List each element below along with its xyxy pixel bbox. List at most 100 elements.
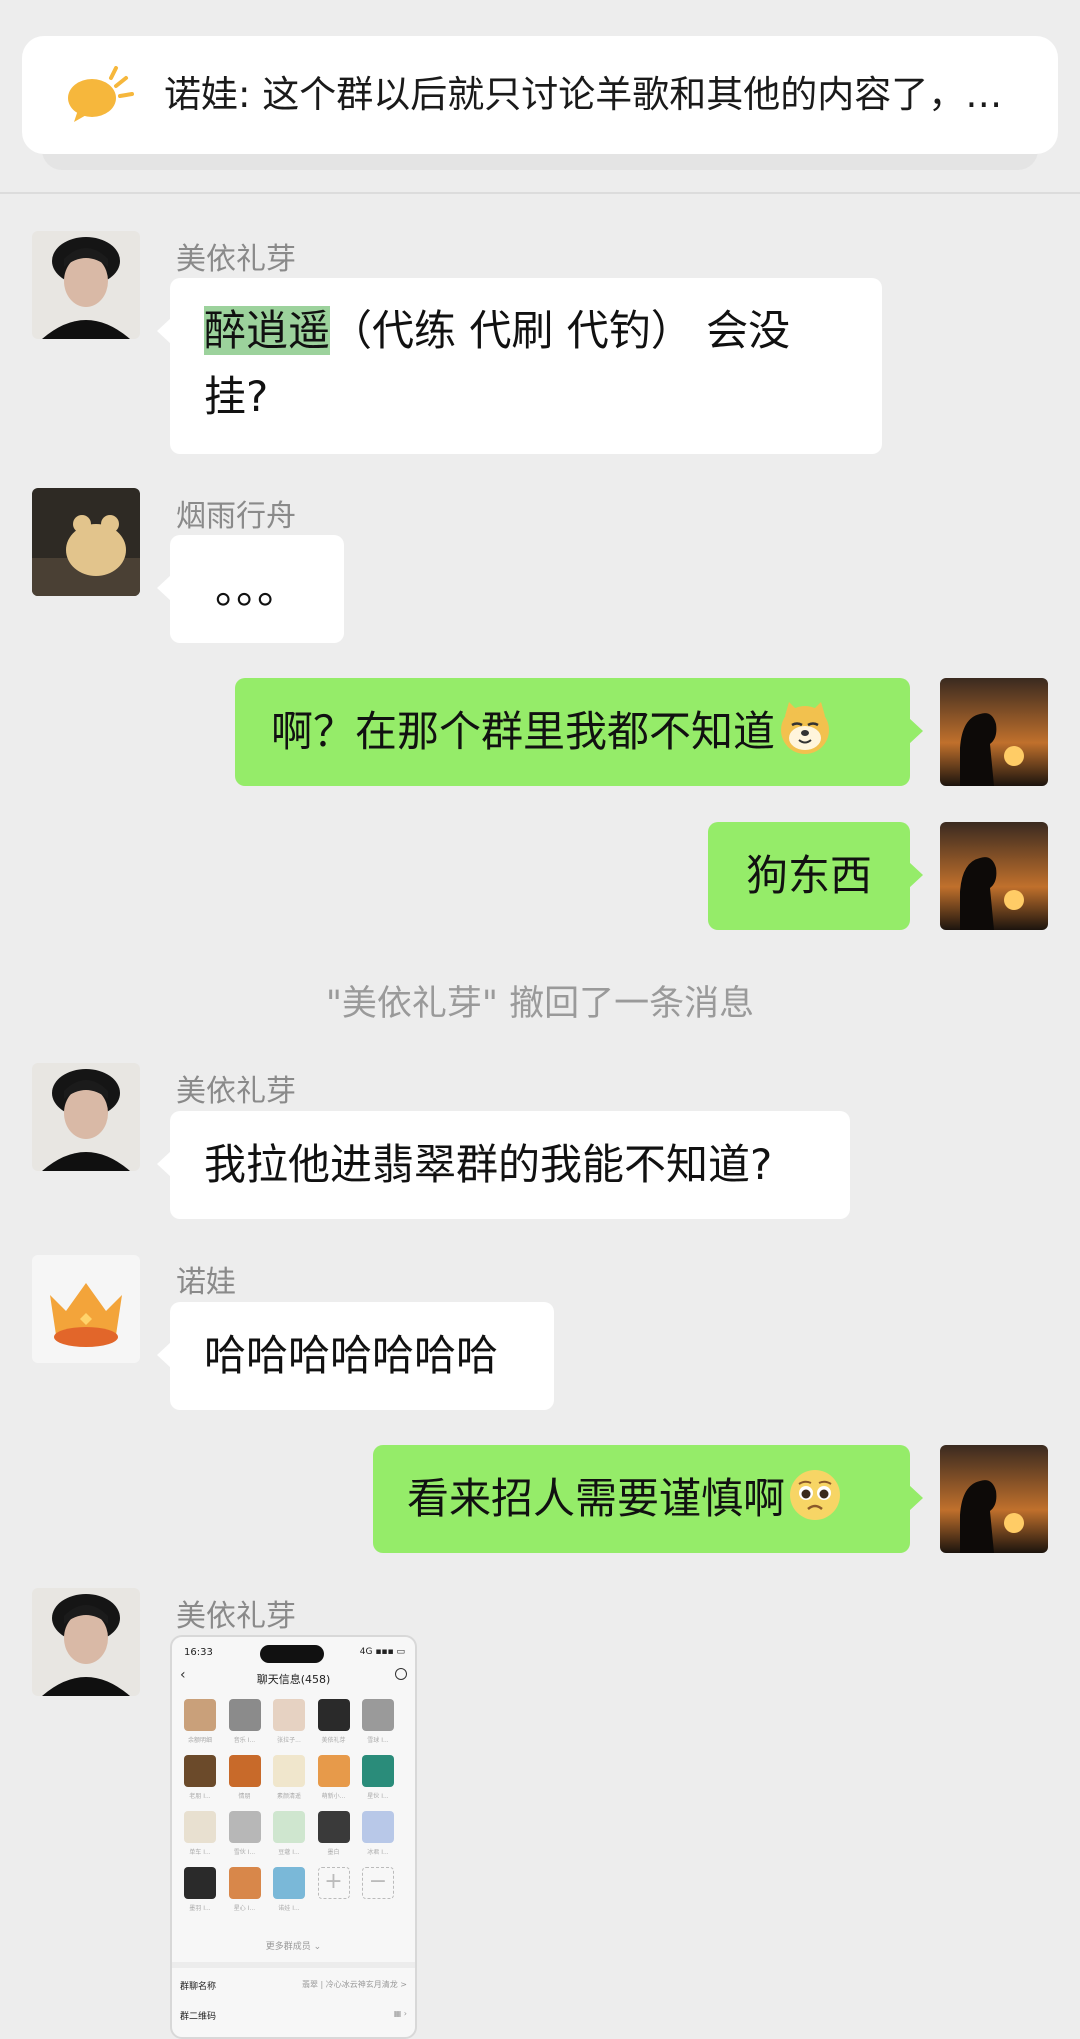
pleading-face-emoji	[790, 1470, 841, 1520]
member-avatar-image	[273, 1867, 305, 1899]
sender-name: 诺娃	[176, 1265, 236, 1300]
member-avatar: 萌新小...	[317, 1755, 350, 1800]
image-message-thumbnail[interactable]: 16:33 4G ▪▪▪ ▭ ‹ 聊天信息(458) 余额明细 音乐 I... 张拉…	[170, 1635, 417, 2039]
member-name: 雪伙 I...	[233, 1849, 256, 1856]
member-name: 情朋	[238, 1793, 251, 1800]
member-name: 冰君 I...	[367, 1849, 389, 1856]
more-members-link: 更多群成员 ⌄	[265, 1942, 322, 1952]
member-avatar-image	[273, 1699, 305, 1731]
member-avatar: 星心 I...	[228, 1867, 261, 1912]
message-bubble-self[interactable]: 啊？在那个群里我都不知道	[235, 678, 923, 786]
member-avatar-image	[184, 1811, 216, 1843]
member-name: 雪球 I...	[367, 1737, 389, 1744]
recall-notice: "美依礼芽" 撤回了一条消息	[325, 984, 755, 1024]
avatar-meiyi[interactable]	[32, 1063, 140, 1171]
member-avatar: 单车 I...	[184, 1811, 216, 1856]
doge-emoji	[781, 702, 830, 754]
section-separator	[172, 1962, 415, 1968]
message-bubble-self[interactable]: 看来招人需要谨慎啊	[373, 1445, 923, 1553]
search-icon	[395, 1668, 407, 1680]
member-avatar: 美依礼芽	[317, 1699, 350, 1744]
message-bubble[interactable]: 哈哈哈哈哈哈哈	[157, 1302, 554, 1410]
screenshot-time: 16:33	[184, 1647, 213, 1658]
avatar-self-image	[940, 822, 1048, 930]
message-bubble[interactable]: 醉逍遥（代练 代刷 代钓） 会没 挂?	[157, 278, 882, 454]
member-name: 单车 I...	[189, 1849, 211, 1856]
pinned-notice-card[interactable]: 诺娃: 这个群以后就只讨论羊歌和其他的内容了，…	[22, 36, 1058, 154]
message-bubble[interactable]: 。。。	[157, 535, 344, 643]
message-text: 看来招人需要谨慎啊	[407, 1474, 786, 1523]
member-avatar: 墨白	[317, 1811, 350, 1856]
member-name: 余额明细	[187, 1737, 212, 1744]
member-name: 美依礼芽	[321, 1737, 346, 1744]
member-name: 墨白	[327, 1849, 340, 1856]
message-text: 狗东西	[745, 851, 872, 900]
member-avatar-image	[273, 1811, 305, 1843]
member-avatar-image	[362, 1699, 394, 1731]
member-avatar-image	[184, 1867, 216, 1899]
megaphone-icon	[68, 66, 134, 122]
member-avatar-image	[228, 1755, 261, 1787]
member-name: 墨羽 I...	[189, 1905, 211, 1912]
avatar-meiyi-image	[32, 231, 140, 339]
screenshot-status: 4G ▪▪▪ ▭	[359, 1647, 405, 1657]
member-avatar: 雪伙 I...	[228, 1811, 261, 1856]
message-text: 哈哈哈哈哈哈哈	[204, 1331, 499, 1380]
avatar-yanyu[interactable]	[32, 488, 140, 596]
member-avatar: 雪球 I...	[362, 1699, 394, 1744]
screenshot-title: 聊天信息(458)	[256, 1673, 331, 1686]
notice-divider	[0, 192, 1080, 194]
member-avatar-image	[317, 1811, 350, 1843]
pinned-notice[interactable]: 诺娃: 这个群以后就只讨论羊歌和其他的内容了，…	[22, 36, 1058, 170]
add-member-icon: +	[317, 1867, 350, 1899]
dynamic-island	[260, 1645, 324, 1663]
member-name: 萌新小...	[321, 1793, 346, 1800]
avatar-self-image	[940, 1445, 1048, 1553]
qr-label: 群二维码	[180, 2012, 217, 2022]
highlighted-keyword[interactable]: 醉逍遥	[204, 306, 331, 355]
avatar-self[interactable]	[940, 1445, 1048, 1553]
member-name: 素颜清遥	[276, 1793, 301, 1800]
member-avatar-image	[317, 1699, 350, 1731]
avatar-self[interactable]	[940, 678, 1048, 786]
remove-member-icon: −	[362, 1867, 394, 1899]
avatar-meiyi-image	[32, 1588, 140, 1696]
message-bubble-self[interactable]: 狗东西	[708, 822, 923, 930]
member-name: 诺娃 I...	[278, 1905, 300, 1912]
avatar-meiyi-image	[32, 1063, 140, 1171]
member-avatar-image	[228, 1867, 261, 1899]
message-text: 。。。	[214, 564, 299, 613]
member-avatar: 素颜清遥	[273, 1755, 305, 1800]
member-name: 张拉子...	[277, 1737, 301, 1744]
message-text: 啊？在那个群里我都不知道	[271, 707, 776, 756]
avatar-self-image	[940, 678, 1048, 786]
member-name: 星心 I...	[233, 1905, 256, 1912]
sender-name: 美依礼芽	[176, 1599, 296, 1634]
member-avatar-image	[273, 1755, 305, 1787]
sender-name: 美依礼芽	[176, 1074, 296, 1109]
member-avatar: 豆蔻 I...	[273, 1811, 305, 1856]
sender-name: 美依礼芽	[176, 242, 296, 277]
avatar-self[interactable]	[940, 822, 1048, 930]
member-avatar-image	[228, 1699, 261, 1731]
member-name: 老朋 I...	[189, 1793, 211, 1800]
message-bubble[interactable]: 我拉他进翡翠群的我能不知道?	[157, 1111, 850, 1219]
message-line-1: 醉逍遥（代练 代刷 代钓） 会没	[204, 298, 852, 364]
member-avatar: 余额明细	[184, 1699, 216, 1744]
message-text: 我拉他进翡翠群的我能不知道?	[204, 1140, 773, 1189]
avatar-meiyi[interactable]	[32, 1588, 140, 1696]
qr-icon: ▦ ›	[393, 2009, 407, 2018]
sender-name: 烟雨行舟	[176, 499, 296, 534]
crown-icon	[32, 1255, 140, 1363]
member-avatar: 星伙 I...	[362, 1755, 394, 1800]
group-name-value: 翡翠 | 冷心冰云神玄月清龙 >	[301, 1980, 407, 1989]
avatar-nuowa[interactable]	[32, 1255, 140, 1363]
member-avatar-image	[184, 1699, 216, 1731]
avatar-meiyi[interactable]	[32, 231, 140, 339]
member-name: 音乐 I...	[233, 1737, 256, 1744]
member-avatar: 墨羽 I...	[184, 1867, 216, 1912]
member-avatar-image	[184, 1755, 216, 1787]
member-avatar-image	[362, 1755, 394, 1787]
qr-row: 群二维码 ▦ ›	[180, 2009, 407, 2022]
avatar-yanyu-image	[32, 488, 140, 596]
